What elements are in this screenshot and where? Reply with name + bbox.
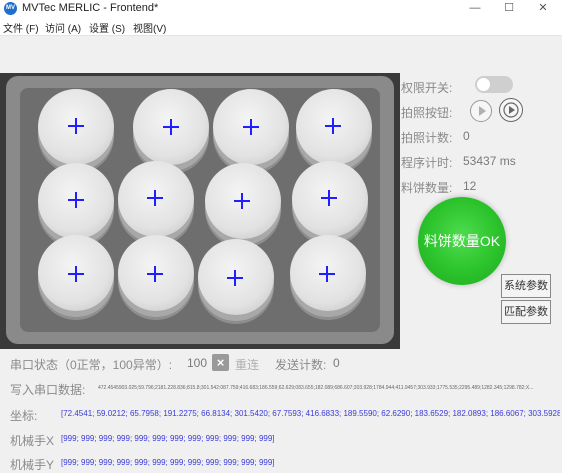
crosshair-icon	[68, 266, 84, 282]
crosshair-icon	[243, 119, 259, 135]
permission-toggle[interactable]	[475, 76, 513, 93]
menu-settings[interactable]: 设置 (S)	[89, 20, 125, 35]
menu-view[interactable]: 视图(V)	[133, 20, 166, 35]
match-params-button[interactable]: 匹配参数	[501, 300, 551, 324]
crosshair-icon	[234, 193, 250, 209]
capture-count-label: 拍照计数:	[401, 131, 453, 145]
reconnect-button[interactable]: 重连	[235, 356, 259, 373]
minimize-icon[interactable]: —	[458, 0, 492, 18]
robot-y-label: 机械手Y	[10, 458, 55, 472]
menu-access[interactable]: 访问 (A)	[45, 20, 81, 35]
timer-value: 53437 ms	[463, 154, 516, 168]
capture-play-button[interactable]	[470, 100, 492, 122]
close-icon[interactable]: ✕	[526, 0, 560, 18]
camera-image-viewer[interactable]	[0, 73, 400, 349]
play-icon	[479, 106, 486, 116]
cookie-count-label: 料饼数量:	[401, 181, 453, 195]
app-logo-icon: MV	[4, 2, 17, 15]
robot-x-label: 机械手X	[10, 434, 55, 448]
serial-status-value: 100	[187, 356, 208, 370]
crosshair-icon	[325, 118, 341, 134]
system-params-button[interactable]: 系统参数	[501, 274, 551, 298]
title-bar: MV MVTec MERLIC - Frontend* — ☐ ✕	[0, 0, 562, 18]
timer-label: 程序计时:	[401, 156, 453, 170]
close-icon[interactable]: ×	[212, 354, 229, 371]
window-title: MVTec MERLIC - Frontend*	[22, 2, 159, 14]
menu-bar: 文件 (F) 访问 (A) 设置 (S) 视图(V)	[0, 18, 562, 36]
write-serial-label: 写入串口数据:	[10, 383, 86, 397]
status-ok-text: 料饼数量OK	[423, 233, 501, 249]
robot-y-value: [999; 999; 999; 999; 999; 999; 999; 999;…	[61, 458, 275, 467]
crosshair-icon	[68, 192, 84, 208]
crosshair-icon	[163, 119, 179, 135]
capture-continuous-button[interactable]	[499, 98, 523, 122]
crosshair-icon	[319, 266, 335, 282]
menu-file[interactable]: 文件 (F)	[3, 20, 39, 35]
coords-value: [72.4541; 59.0212; 65.7958; 191.2275; 66…	[61, 409, 560, 418]
coords-label: 坐标:	[10, 409, 38, 423]
crosshair-icon	[227, 270, 243, 286]
play-circle-icon	[503, 102, 519, 118]
cookie-count-value: 12	[463, 179, 477, 193]
crosshair-icon	[68, 118, 84, 134]
permission-label: 权限开关:	[401, 81, 453, 95]
crosshair-icon	[147, 266, 163, 282]
status-ok-indicator: 料饼数量OK	[418, 197, 506, 285]
serial-status-label: 串口状态（0正常，100异常）:	[10, 358, 173, 372]
crosshair-icon	[321, 190, 337, 206]
maximize-icon[interactable]: ☐	[492, 0, 526, 18]
write-serial-value: 472.4545903.025;59.796;2181.228.836;815.…	[98, 385, 534, 391]
capture-count-value: 0	[463, 129, 470, 143]
robot-x-value: [999; 999; 999; 999; 999; 999; 999; 999;…	[61, 434, 275, 443]
capture-button-label: 拍照按钮:	[401, 106, 453, 120]
send-count-value: 0	[333, 356, 340, 370]
crosshair-icon	[147, 190, 163, 206]
send-count-label: 发送计数:	[275, 358, 327, 372]
